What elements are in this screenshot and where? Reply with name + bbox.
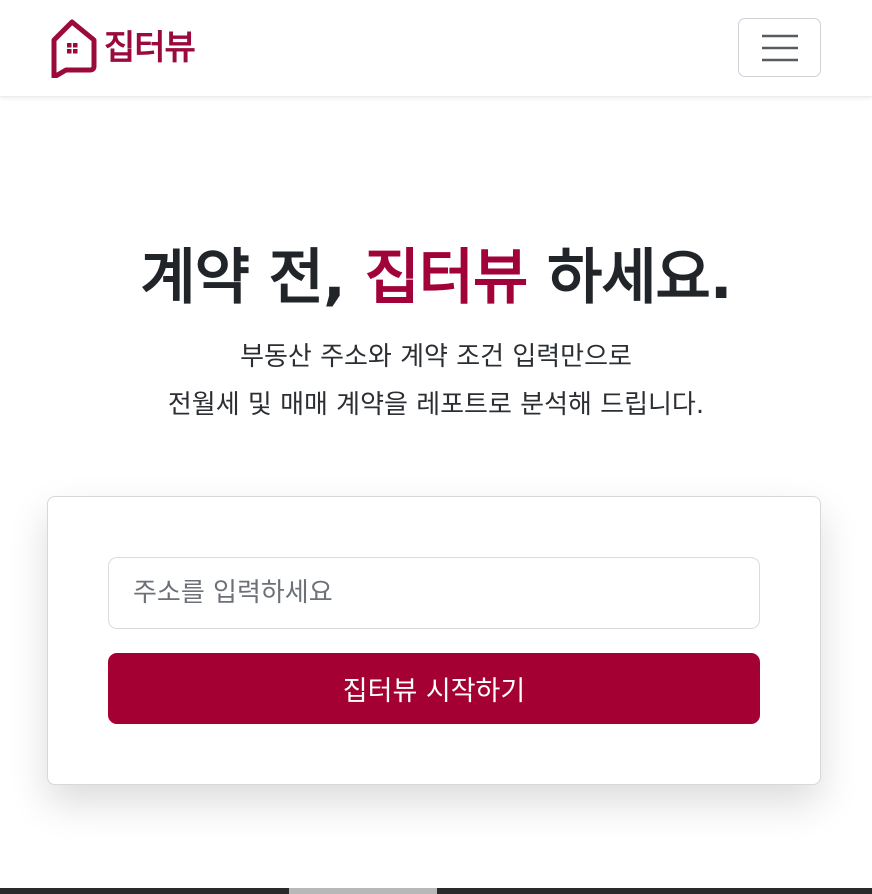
brand-name: 집터뷰 — [104, 28, 196, 68]
hero-title-prefix: 계약 전, — [140, 243, 365, 313]
address-input[interactable] — [108, 557, 760, 629]
hero-title-suffix: 하세요. — [527, 243, 732, 313]
top-navbar: 집터뷰 — [0, 0, 872, 97]
hero-subtitle-line1: 부동산 주소와 계약 조건 입력만으로 — [240, 342, 632, 372]
scrollbar-thumb[interactable] — [289, 888, 437, 894]
hero-title-brand: 집터뷰 — [364, 243, 529, 313]
search-card: 집터뷰 시작하기 — [47, 496, 821, 785]
navbar-toggle-button[interactable] — [738, 18, 821, 77]
hero-title: 계약 전, 집터뷰 하세요. — [0, 238, 872, 318]
house-chat-icon — [51, 19, 97, 78]
start-button[interactable]: 집터뷰 시작하기 — [108, 653, 760, 724]
horizontal-scrollbar[interactable] — [0, 888, 872, 894]
brand-link[interactable]: 집터뷰 — [46, 18, 196, 78]
hero-subtitle-line2: 전월세 및 매매 계약을 레포트로 분석해 드립니다. — [167, 390, 705, 420]
hamburger-menu-icon — [762, 34, 798, 62]
